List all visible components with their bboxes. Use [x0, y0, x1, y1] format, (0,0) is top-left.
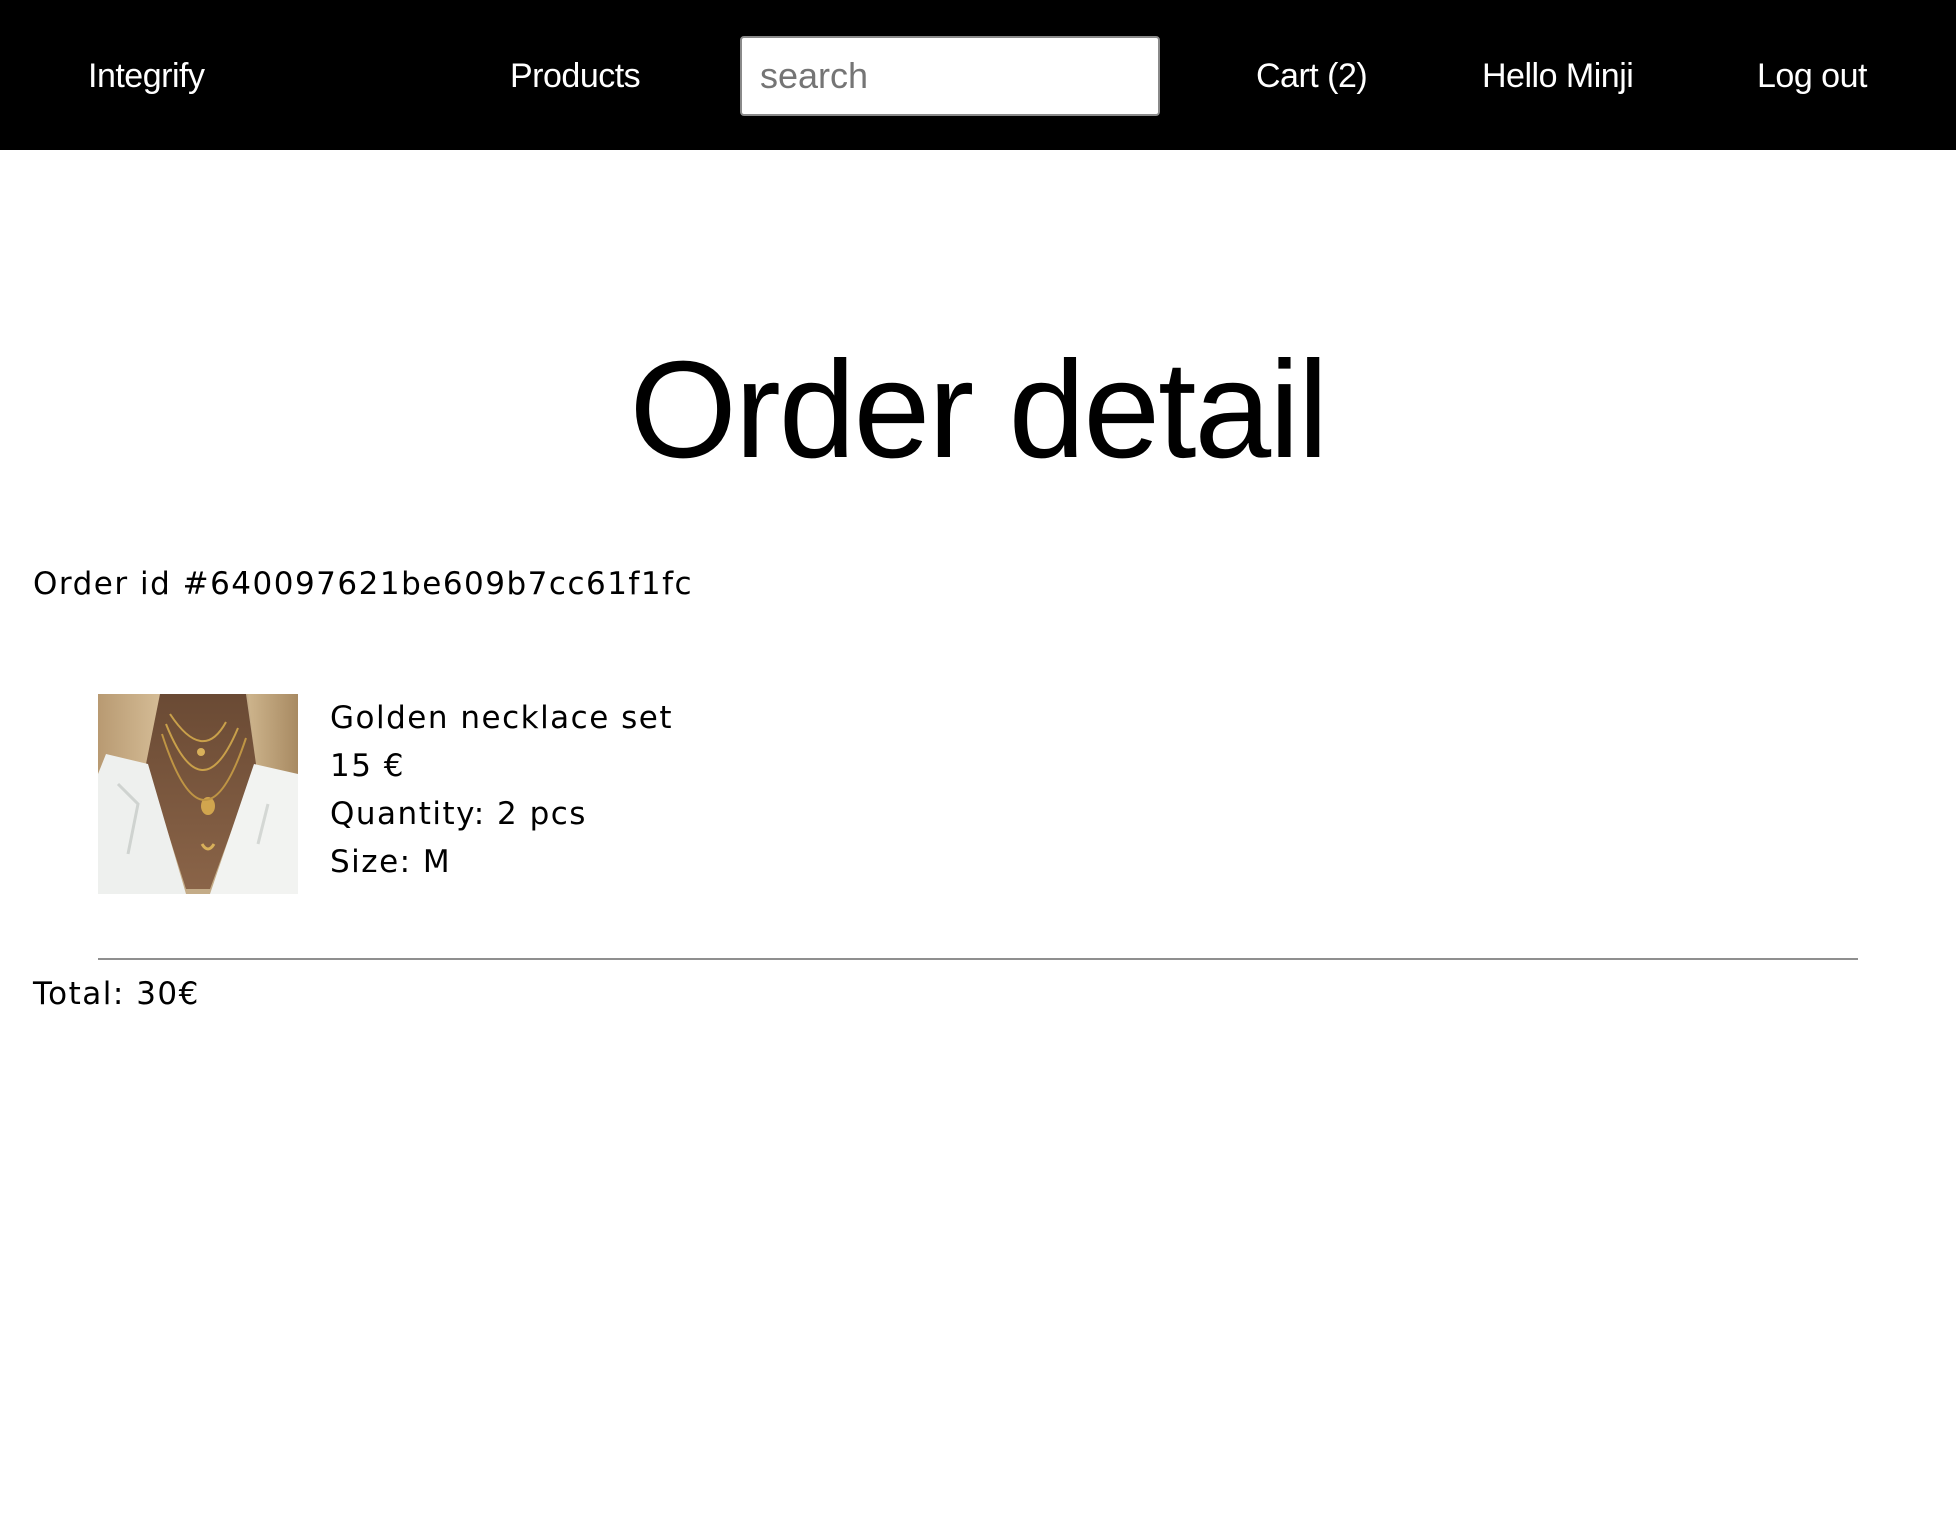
search-input[interactable] — [742, 38, 1158, 114]
summary-divider — [98, 958, 1858, 960]
item-details: Golden necklace set 15 € Quantity: 2 pcs… — [330, 694, 673, 886]
nav-products-link[interactable]: Products — [510, 54, 641, 98]
item-price: 15 € — [330, 748, 406, 784]
top-navbar: Integrify Products Cart (2) Hello Minji … — [0, 0, 1956, 150]
necklace-product-image — [98, 694, 298, 894]
order-total: Total: 30€ — [33, 976, 200, 1012]
order-id-text: Order id #640097621be609b7cc61f1fc — [33, 566, 694, 602]
item-size: Size: M — [330, 844, 452, 880]
page-title: Order detail — [629, 333, 1329, 487]
search-box — [740, 36, 1160, 116]
nav-cart-link[interactable]: Cart (2) — [1256, 54, 1368, 98]
brand-logo-link[interactable]: Integrify — [88, 54, 205, 98]
item-quantity: Quantity: 2 pcs — [330, 796, 587, 832]
item-name: Golden necklace set — [330, 700, 674, 736]
user-greeting-link[interactable]: Hello Minji — [1482, 54, 1634, 98]
logout-link[interactable]: Log out — [1757, 54, 1867, 98]
